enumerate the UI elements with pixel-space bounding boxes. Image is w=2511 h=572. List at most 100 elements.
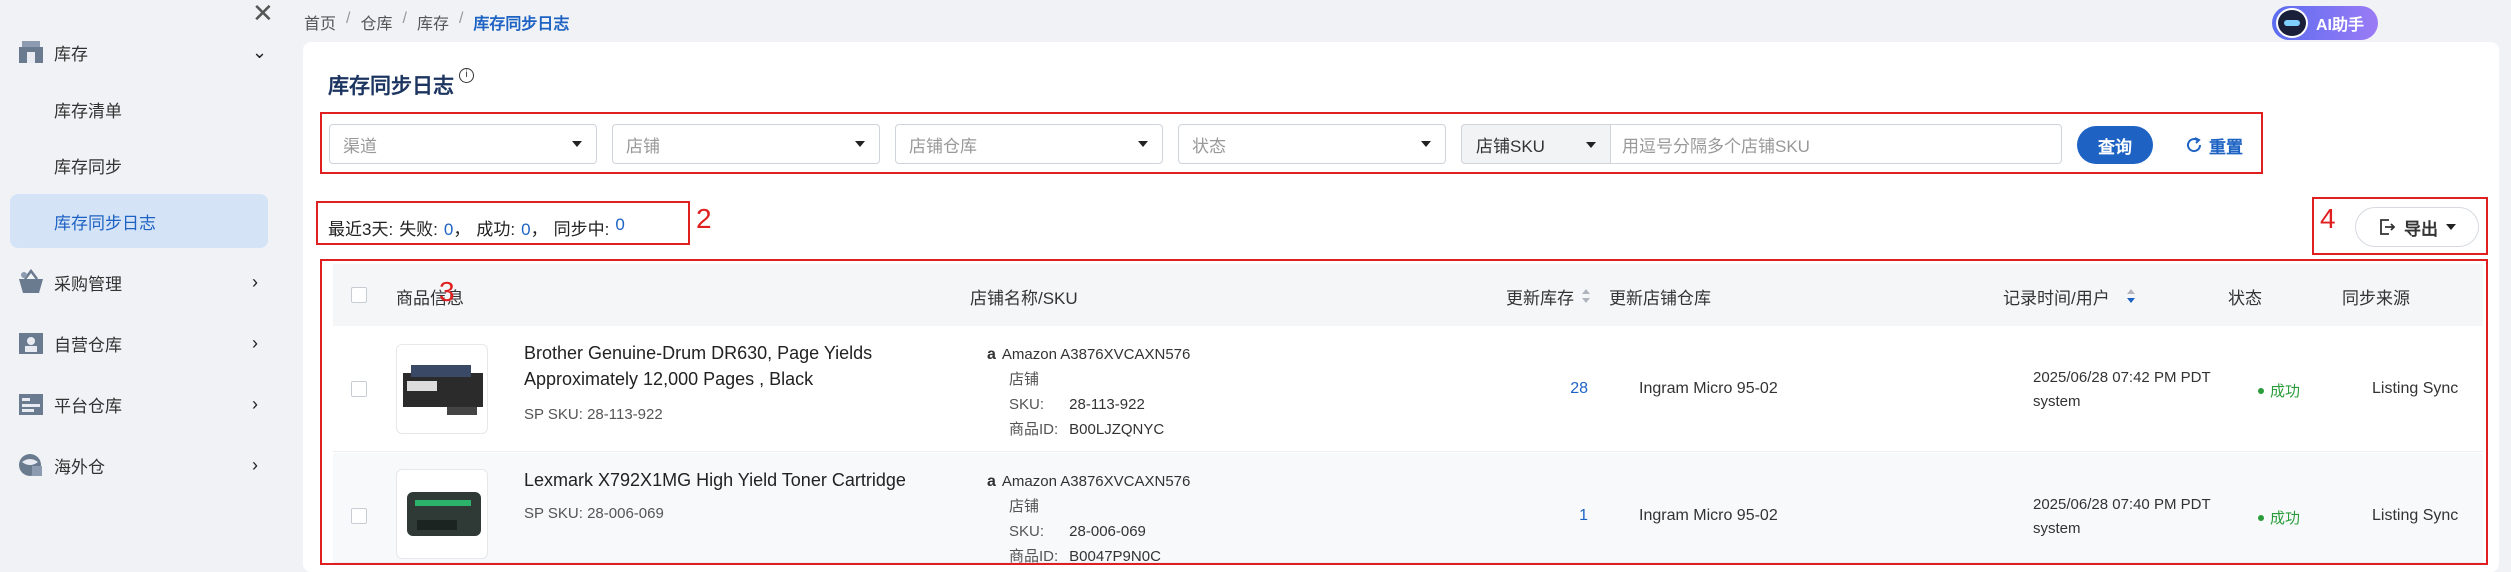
breadcrumb-separator: / xyxy=(402,10,407,27)
channel-placeholder: 渠道 xyxy=(343,136,377,156)
own-warehouse-icon xyxy=(19,333,43,354)
export-label: 导出 xyxy=(2404,219,2438,239)
stats-syncing-count: 0 xyxy=(615,215,625,234)
product-name[interactable]: Lexmark X792X1MG High Yield Toner Cartri… xyxy=(524,467,974,493)
header-record-time-user[interactable]: 记录时间/用户 xyxy=(2003,284,2110,309)
updated-stock-qty[interactable]: 1 xyxy=(1528,507,1588,525)
chevron-right-icon: › xyxy=(252,393,258,414)
sku-input-placeholder: 用逗号分隔多个店铺SKU xyxy=(1622,136,1810,156)
sidebar-item-label: 库存同步日志 xyxy=(54,213,156,233)
table-row: Brother Genuine-Drum DR630, Page Yields … xyxy=(333,326,2483,452)
export-button[interactable]: 导出 xyxy=(2355,207,2479,247)
updated-stock-qty[interactable]: 28 xyxy=(1528,380,1588,398)
header-updated-stock[interactable]: 更新库存 xyxy=(1506,284,1574,309)
stats-success-label: 成功: xyxy=(476,220,516,239)
sidebar-group-overseas-warehouse[interactable]: 海外仓 › xyxy=(0,440,283,490)
status-badge: 成功 xyxy=(2258,507,2300,528)
store-warehouse-select[interactable]: 店铺仓库 xyxy=(895,124,1163,164)
store-sku: 28-006-069 xyxy=(1069,523,1146,540)
inventory-icon xyxy=(19,41,43,63)
breadcrumb-current: 库存同步日志 xyxy=(473,16,570,33)
sku-type-select[interactable]: 店铺SKU xyxy=(1461,124,1611,164)
breadcrumb-inventory[interactable]: 库存 xyxy=(417,10,449,34)
product-id: B0047P9N0C xyxy=(1069,548,1161,565)
info-icon[interactable]: i xyxy=(459,68,474,83)
annotation-number: 2 xyxy=(696,203,712,234)
sidebar-item-inventory-sync[interactable]: 库存同步 xyxy=(10,138,268,192)
sidebar-item-label: 库存清单 xyxy=(54,101,122,121)
breadcrumb-separator: / xyxy=(346,10,351,27)
store-sku-label: 店铺SKU: xyxy=(1009,498,1045,540)
status-dot-icon xyxy=(2258,514,2264,521)
row-checkbox[interactable] xyxy=(351,508,367,524)
sidebar-item-inventory-sync-log[interactable]: 库存同步日志 xyxy=(10,194,268,248)
product-image xyxy=(396,344,488,434)
export-icon xyxy=(2380,219,2396,235)
caret-down-icon xyxy=(1421,141,1431,147)
select-all-checkbox[interactable] xyxy=(351,287,367,303)
sidebar-group-purchase[interactable]: 采购管理 › xyxy=(0,257,283,307)
sidebar-group-inventory[interactable]: 库存 ⌄ xyxy=(0,27,283,77)
updated-warehouse: Ingram Micro 95-02 xyxy=(1639,507,1778,524)
updated-warehouse: Ingram Micro 95-02 xyxy=(1639,380,1778,397)
store-sku-label: 店铺SKU: xyxy=(1009,371,1045,413)
store-placeholder: 店铺 xyxy=(626,136,660,156)
sync-stats: 最近3天: 失败: 0， 成功: 0， 同步中: 0 xyxy=(328,215,625,240)
sidebar-group-own-warehouse[interactable]: 自营仓库 › xyxy=(0,318,283,368)
sku-search-input[interactable]: 用逗号分隔多个店铺SKU xyxy=(1610,124,2062,164)
status-label: 成功 xyxy=(2270,383,2301,400)
record-time-value: 2025/06/28 07:42 PM PDT xyxy=(2033,369,2211,386)
close-icon[interactable]: ✕ xyxy=(252,0,274,26)
table-row: Lexmark X792X1MG High Yield Toner Cartri… xyxy=(333,453,2483,565)
caret-down-icon xyxy=(1138,141,1148,147)
amazon-icon: a xyxy=(987,346,996,363)
header-updated-warehouse: 更新店铺仓库 xyxy=(1609,289,1711,308)
record-time: 2025/06/28 07:42 PM PDT system xyxy=(2033,366,2211,414)
stats-success-count: 0 xyxy=(521,220,531,239)
product-image xyxy=(396,469,488,559)
status-dot-icon xyxy=(2258,387,2264,394)
purchase-basket-icon xyxy=(19,268,43,293)
record-user: system xyxy=(2033,393,2081,410)
sort-desc-icon[interactable] xyxy=(2126,288,2136,304)
reset-label: 重置 xyxy=(2209,137,2243,157)
reset-button[interactable]: 重置 xyxy=(2185,126,2243,164)
product-id: B00LJZQNYC xyxy=(1069,421,1165,438)
chevron-right-icon: › xyxy=(252,332,258,353)
caret-down-icon xyxy=(855,141,865,147)
sort-icon[interactable] xyxy=(1581,288,1591,304)
header-store-sku: 店铺名称/SKU xyxy=(970,289,1078,308)
table-header: 商品信息 3 店铺名称/SKU 更新库存 更新店铺仓库 记录时间/用户 状态 同… xyxy=(333,264,2483,326)
sidebar-group-platform-warehouse[interactable]: 平台仓库 › xyxy=(0,379,283,429)
record-time: 2025/06/28 07:40 PM PDT system xyxy=(2033,493,2211,541)
sync-source: Listing Sync xyxy=(2372,380,2459,397)
chevron-right-icon: › xyxy=(252,271,258,292)
record-user: system xyxy=(2033,520,2081,537)
sidebar-group-label: 库存 xyxy=(54,44,88,64)
breadcrumb-separator: / xyxy=(458,10,464,27)
breadcrumb-warehouse[interactable]: 仓库 xyxy=(360,10,392,34)
product-sp-sku: SP SKU: 28-006-069 xyxy=(524,505,664,522)
chevron-right-icon: › xyxy=(252,454,258,475)
caret-down-icon xyxy=(572,141,582,147)
stats-failed-label: 失败: xyxy=(399,220,438,239)
row-checkbox[interactable] xyxy=(351,381,367,397)
store-sku: 28-113-922 xyxy=(1069,396,1145,413)
product-id-label: 商品ID: xyxy=(1009,548,1059,565)
amazon-icon: a xyxy=(987,473,996,490)
store-select[interactable]: 店铺 xyxy=(612,124,880,164)
ai-assistant-button[interactable]: AI助手 xyxy=(2272,6,2378,40)
header-status: 状态 xyxy=(2228,289,2262,308)
platform-warehouse-icon xyxy=(19,394,43,415)
stats-comma: ， xyxy=(530,220,548,239)
channel-select[interactable]: 渠道 xyxy=(329,124,597,164)
sku-type-value: 店铺SKU xyxy=(1476,136,1545,156)
status-select[interactable]: 状态 xyxy=(1178,124,1446,164)
sync-source: Listing Sync xyxy=(2372,507,2459,524)
breadcrumb-home[interactable]: 首页 xyxy=(304,10,336,34)
sidebar-item-inventory-list[interactable]: 库存清单 xyxy=(10,82,268,136)
chevron-down-icon: ⌄ xyxy=(252,41,268,62)
status-label: 成功 xyxy=(2270,510,2301,527)
product-name[interactable]: Brother Genuine-Drum DR630, Page Yields … xyxy=(524,340,974,392)
query-button[interactable]: 查询 xyxy=(2077,126,2153,164)
